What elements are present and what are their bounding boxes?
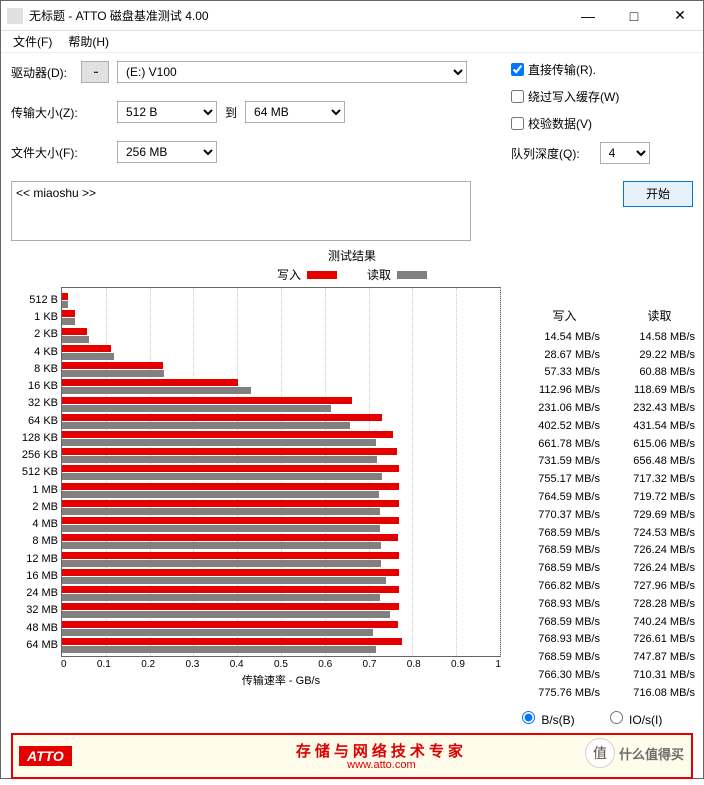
- filesize-label: 文件大小(F):: [11, 144, 81, 161]
- browse-button[interactable]: ...: [81, 61, 109, 83]
- banner-url: www.atto.com: [72, 759, 691, 771]
- queue-label: 队列深度(Q):: [511, 145, 580, 162]
- results-table: 写入 读取 14.54 MB/s14.58 MB/s28.67 MB/s29.2…: [501, 287, 704, 727]
- table-row: 661.78 MB/s615.06 MB/s: [517, 435, 704, 453]
- table-row: 768.59 MB/s726.24 MB/s: [517, 559, 704, 577]
- table-row: 768.59 MB/s740.24 MB/s: [517, 613, 704, 631]
- ylabel: 16 KB: [12, 378, 58, 394]
- xfer-to-select[interactable]: 64 MB: [245, 101, 345, 123]
- ylabel: 64 KB: [12, 413, 58, 429]
- ylabel: 48 MB: [12, 620, 58, 636]
- table-row: 768.93 MB/s728.28 MB/s: [517, 595, 704, 613]
- col-read: 读取: [647, 307, 671, 324]
- ylabel: 32 MB: [12, 602, 58, 618]
- unit-ios-radio[interactable]: IO/s(I): [605, 708, 663, 727]
- bar-chart: 512 B1 KB2 KB4 KB8 KB16 KB32 KB64 KB128 …: [61, 287, 501, 657]
- verify-checkbox[interactable]: 校验数据(V): [511, 115, 650, 132]
- ylabel: 128 KB: [12, 430, 58, 446]
- table-row: 768.59 MB/s724.53 MB/s: [517, 524, 704, 542]
- drive-select[interactable]: (E:) V100: [117, 61, 467, 83]
- app-window: 无标题 - ATTO 磁盘基准测试 4.00 ― □ ✕ 文件(F) 帮助(H)…: [0, 0, 704, 779]
- ylabel: 4 KB: [12, 344, 58, 360]
- table-row: 775.76 MB/s716.08 MB/s: [517, 684, 704, 702]
- description-textarea[interactable]: << miaoshu >>: [11, 181, 471, 241]
- table-row: 768.59 MB/s726.24 MB/s: [517, 542, 704, 560]
- ylabel: 2 MB: [12, 499, 58, 515]
- direct-io-checkbox[interactable]: 直接传输(R).: [511, 61, 650, 78]
- atto-logo: ATTO: [19, 746, 72, 766]
- maximize-button[interactable]: □: [611, 1, 657, 31]
- ylabel: 16 MB: [12, 568, 58, 584]
- banner-main: 存储与网络技术专家: [72, 740, 691, 761]
- ylabel: 256 KB: [12, 447, 58, 463]
- ylabel: 8 KB: [12, 361, 58, 377]
- ylabel: 32 KB: [12, 395, 58, 411]
- minimize-button[interactable]: ―: [565, 1, 611, 31]
- close-button[interactable]: ✕: [657, 1, 703, 31]
- menu-file[interactable]: 文件(F): [5, 31, 60, 52]
- ylabel: 512 B: [12, 292, 58, 308]
- start-button[interactable]: 开始: [623, 181, 693, 207]
- unit-bs-radio[interactable]: B/s(B): [517, 708, 575, 727]
- ylabel: 1 MB: [12, 482, 58, 498]
- table-row: 28.67 MB/s29.22 MB/s: [517, 346, 704, 364]
- table-row: 402.52 MB/s431.54 MB/s: [517, 417, 704, 435]
- ylabel: 2 KB: [12, 326, 58, 342]
- ylabel: 24 MB: [12, 585, 58, 601]
- results-title: 测试结果: [11, 247, 693, 264]
- chart-legend: 写入 读取: [11, 266, 693, 283]
- drive-label: 驱动器(D):: [11, 64, 81, 81]
- table-row: 764.59 MB/s719.72 MB/s: [517, 488, 704, 506]
- atto-banner: ATTO 存储与网络技术专家 www.atto.com: [11, 733, 693, 779]
- chart-xtitle: 传输速率 - GB/s: [61, 672, 501, 688]
- ylabel: 64 MB: [12, 637, 58, 653]
- table-row: 731.59 MB/s656.48 MB/s: [517, 453, 704, 471]
- table-row: 770.37 MB/s729.69 MB/s: [517, 506, 704, 524]
- ylabel: 4 MB: [12, 516, 58, 532]
- table-row: 14.54 MB/s14.58 MB/s: [517, 328, 704, 346]
- ylabel: 8 MB: [12, 533, 58, 549]
- ylabel: 512 KB: [12, 464, 58, 480]
- bypass-cache-checkbox[interactable]: 绕过写入缓存(W): [511, 88, 650, 105]
- xfer-label: 传输大小(Z):: [11, 104, 81, 121]
- to-label: 到: [225, 104, 237, 121]
- col-write: 写入: [552, 307, 576, 324]
- table-row: 57.33 MB/s60.88 MB/s: [517, 364, 704, 382]
- queue-select[interactable]: 4: [600, 142, 650, 164]
- ylabel: 12 MB: [12, 551, 58, 567]
- table-row: 766.82 MB/s727.96 MB/s: [517, 577, 704, 595]
- filesize-select[interactable]: 256 MB: [117, 141, 217, 163]
- table-row: 768.93 MB/s726.61 MB/s: [517, 631, 704, 649]
- menu-help[interactable]: 帮助(H): [60, 31, 117, 52]
- chart-xaxis: 00.10.20.30.40.50.60.70.80.91: [61, 659, 501, 670]
- app-icon: [7, 8, 23, 24]
- table-row: 766.30 MB/s710.31 MB/s: [517, 666, 704, 684]
- menubar: 文件(F) 帮助(H): [1, 31, 703, 53]
- table-row: 755.17 MB/s717.32 MB/s: [517, 470, 704, 488]
- ylabel: 1 KB: [12, 309, 58, 325]
- table-row: 231.06 MB/s232.43 MB/s: [517, 399, 704, 417]
- table-row: 112.96 MB/s118.69 MB/s: [517, 381, 704, 399]
- table-row: 768.59 MB/s747.87 MB/s: [517, 648, 704, 666]
- xfer-from-select[interactable]: 512 B: [117, 101, 217, 123]
- titlebar: 无标题 - ATTO 磁盘基准测试 4.00 ― □ ✕: [1, 1, 703, 31]
- window-title: 无标题 - ATTO 磁盘基准测试 4.00: [29, 7, 565, 24]
